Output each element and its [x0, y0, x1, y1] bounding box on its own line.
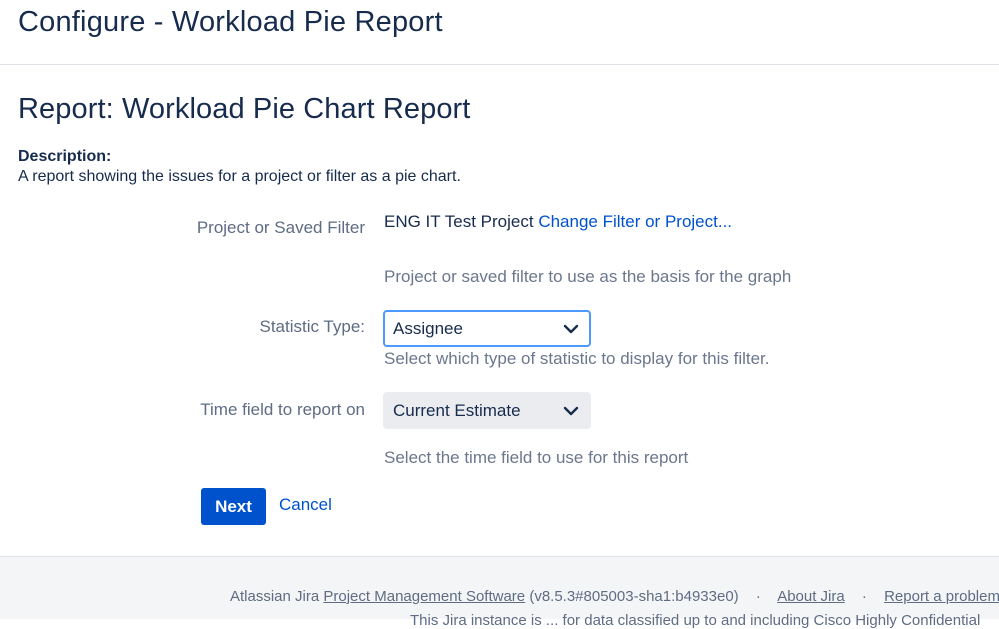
report-title: Report: Workload Pie Chart Report — [18, 93, 471, 125]
footer-version: (v8.5.3#805003-sha1:b4933e0) — [529, 588, 739, 605]
project-value: ENG IT Test Project — [384, 212, 534, 231]
chevron-down-icon — [563, 406, 579, 415]
footer-prefix: Atlassian Jira — [230, 588, 320, 605]
cancel-link[interactable]: Cancel — [279, 495, 332, 515]
chevron-down-icon — [563, 324, 579, 333]
footer-notice: This Jira instance is ... for data class… — [410, 612, 981, 629]
statistic-selected-value: Assignee — [393, 318, 463, 338]
time-field-selected-value: Current Estimate — [393, 400, 521, 420]
statistic-help: Select which type of statistic to displa… — [384, 349, 770, 368]
project-help: Project or saved filter to use as the ba… — [384, 267, 792, 286]
footer-separator: · — [755, 588, 761, 605]
about-jira-link[interactable]: About Jira — [777, 588, 845, 605]
page-header: Configure - Workload Pie Report — [0, 0, 999, 65]
page-title: Configure - Workload Pie Report — [18, 6, 443, 38]
description-text: A report showing the issues for a projec… — [18, 168, 461, 185]
report-content: Report: Workload Pie Chart Report Descri… — [0, 65, 999, 186]
change-filter-link[interactable]: Change Filter or Project... — [538, 212, 732, 231]
time-field-help: Select the time field to use for this re… — [384, 448, 689, 467]
time-field-select[interactable]: Current Estimate — [383, 392, 591, 429]
product-link[interactable]: Project Management Software — [323, 588, 525, 605]
time-field-label: Time field to report on — [200, 400, 365, 419]
project-value-wrap: ENG IT Test Project Change Filter or Pro… — [384, 210, 732, 234]
statistic-label: Statistic Type: — [259, 317, 365, 336]
description-label: Description: — [18, 148, 112, 165]
footer-links: Atlassian Jira Project Management Softwa… — [230, 588, 999, 605]
footer-separator: · — [861, 588, 867, 605]
project-label: Project or Saved Filter — [196, 218, 365, 237]
report-problem-link[interactable]: Report a problem — [884, 588, 999, 605]
footer: Atlassian Jira Project Management Softwa… — [0, 556, 999, 629]
next-button[interactable]: Next — [201, 488, 266, 525]
statistic-type-select[interactable]: Assignee — [383, 310, 591, 347]
